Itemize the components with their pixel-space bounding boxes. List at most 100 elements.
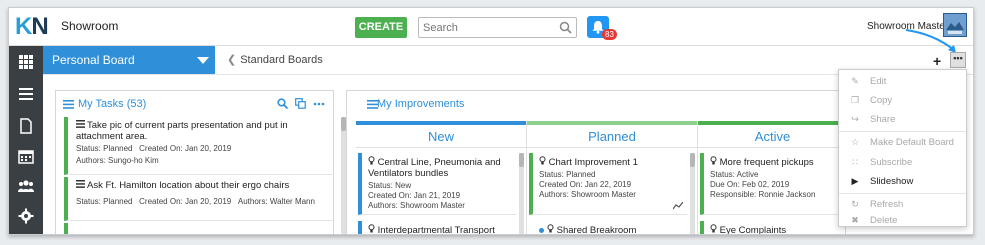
- task-created: Created On: Jan 20, 2019: [139, 144, 232, 153]
- status-dot: [539, 228, 544, 233]
- gear-icon[interactable]: [18, 208, 34, 224]
- standard-boards-link[interactable]: ❮ Standard Boards: [227, 53, 323, 66]
- task-authors: Authors: Walter Mann: [237, 197, 315, 206]
- app-name: Showroom: [61, 19, 119, 33]
- play-icon: ▶: [851, 176, 859, 186]
- card-created: Created On: Jan 22, 2019: [539, 180, 632, 189]
- column-header: Planned: [527, 121, 697, 148]
- lightbulb-icon: [368, 224, 375, 233]
- column-active: Active More frequent pickups Status: Act…: [698, 121, 847, 234]
- copy-icon[interactable]: [295, 98, 306, 109]
- improvement-card[interactable]: More frequent pickups Status: Active Due…: [700, 153, 845, 215]
- notification-count-badge: 83: [602, 29, 617, 40]
- top-bar: KN Showroom CREATE 83 Showroom Master: [9, 8, 973, 46]
- my-improvements-panel: My Improvements New Central Line, Pneumo…: [346, 90, 847, 234]
- card-status: Status: New: [368, 181, 412, 190]
- card-title: More frequent pickups: [710, 156, 845, 168]
- menu-item-slideshow[interactable]: ▶ Slideshow: [839, 172, 966, 191]
- people-icon[interactable]: [18, 178, 34, 194]
- card-created: Created On: Jan 21, 2019: [368, 191, 461, 200]
- task-meta: Status: Planned Created On: Jan 20, 2019…: [76, 197, 332, 207]
- more-options-button[interactable]: •••: [950, 52, 966, 68]
- my-tasks-panel: My Tasks (53) Take pic of current parts …: [55, 90, 346, 234]
- task-card[interactable]: [64, 223, 332, 234]
- scrollbar[interactable]: [519, 153, 524, 234]
- menu-item-share[interactable]: ↪ Share: [839, 110, 966, 129]
- create-button[interactable]: CREATE: [355, 17, 407, 38]
- card-title: Central Line, Pneumonia and Ventilators …: [368, 156, 501, 179]
- menu-item-make-default-board[interactable]: ☆ Make Default Board: [839, 133, 966, 152]
- task-authors: Authors: Sungo-ho Kim: [76, 156, 159, 165]
- panel-tools: [273, 98, 325, 112]
- rss-icon: ∷: [852, 157, 858, 167]
- board-name: Personal Board: [52, 53, 135, 67]
- task-meta: Status: Planned Created On: Jan 20, 2019: [76, 144, 332, 154]
- menu-item-edit[interactable]: ✎ Edit: [839, 72, 966, 91]
- menu-item-copy[interactable]: ❐ Copy: [839, 91, 966, 110]
- lightbulb-icon: [547, 224, 554, 233]
- add-button[interactable]: +: [933, 53, 941, 69]
- scrollbar-thumb[interactable]: [519, 153, 524, 167]
- task-status: Status: Planned: [76, 197, 133, 206]
- chevron-left-icon: ❮: [227, 54, 237, 66]
- divider: [43, 74, 973, 75]
- list-icon: [76, 180, 85, 188]
- menu-divider: [839, 131, 966, 132]
- card-due: Due On: Feb 02, 2019: [710, 180, 790, 189]
- improvement-card[interactable]: Shared Breakroom: [529, 221, 687, 234]
- card-authors: Authors: Showroom Master: [368, 201, 465, 210]
- left-sidebar: [9, 46, 43, 234]
- card-status: Status: Planned: [539, 170, 596, 179]
- lightbulb-icon: [710, 156, 717, 165]
- calendar-icon[interactable]: [18, 148, 34, 164]
- search-icon[interactable]: [559, 21, 572, 34]
- copy-icon: ❐: [850, 95, 860, 105]
- my-tasks-title: My Tasks (53): [78, 98, 147, 110]
- card-title: Interdepartmental Transport: [368, 224, 516, 234]
- menu-item-subscribe[interactable]: ∷ Subscribe: [839, 153, 966, 172]
- task-card[interactable]: Ask Ft. Hamilton location about their er…: [64, 177, 332, 221]
- apps-grid-icon[interactable]: [18, 54, 34, 70]
- lightbulb-icon: [539, 156, 546, 165]
- lightbulb-icon: [710, 224, 717, 233]
- column-header: New: [356, 121, 526, 148]
- improvement-card[interactable]: Central Line, Pneumonia and Ventilators …: [358, 153, 516, 215]
- card-authors: Authors: Showroom Master: [539, 190, 636, 199]
- menu-item-delete[interactable]: ✖ Delete: [839, 214, 966, 227]
- card-title: Chart Improvement 1: [539, 156, 687, 168]
- menu-lines-icon[interactable]: [18, 86, 34, 102]
- app-logo[interactable]: KN: [15, 13, 49, 41]
- task-status: Status: Planned: [76, 144, 133, 153]
- close-icon: ✖: [851, 215, 859, 225]
- card-title: Shared Breakroom: [539, 224, 687, 234]
- improvement-card[interactable]: Eye Complaints: [700, 221, 845, 234]
- improvement-card[interactable]: Interdepartmental Transport: [358, 221, 516, 234]
- task-title: Ask Ft. Hamilton location about their er…: [76, 180, 332, 191]
- search-icon[interactable]: [277, 98, 289, 110]
- star-icon: ☆: [850, 137, 860, 147]
- improvement-card[interactable]: Chart Improvement 1 Status: Planned Crea…: [529, 153, 687, 215]
- search-input[interactable]: [419, 18, 554, 37]
- menu-item-refresh[interactable]: ↻ Refresh: [839, 195, 966, 214]
- standard-boards-label: Standard Boards: [240, 54, 323, 66]
- menu-divider: [839, 193, 966, 194]
- task-card[interactable]: Take pic of current parts presentation a…: [64, 117, 332, 175]
- ellipsis-icon[interactable]: [313, 98, 325, 109]
- pencil-icon: ✎: [851, 76, 859, 86]
- card-status: Status: Active: [710, 170, 759, 179]
- document-icon[interactable]: [18, 118, 34, 134]
- scrollbar-thumb[interactable]: [690, 153, 695, 167]
- search-box[interactable]: [418, 17, 577, 38]
- task-title: Take pic of current parts presentation a…: [76, 120, 288, 142]
- column-header: Active: [698, 121, 847, 148]
- lightbulb-icon: [368, 156, 375, 165]
- share-icon: ↪: [851, 114, 859, 124]
- board-selector[interactable]: Personal Board: [43, 46, 215, 74]
- column-planned: Planned Chart Improvement 1 Status: Plan…: [527, 121, 698, 234]
- scrollbar[interactable]: [690, 153, 695, 234]
- board-options-menu: ✎ Edit ❐ Copy ↪ Share ☆ Make Default Board ∷…: [838, 69, 967, 227]
- card-responsible: Responsible: Ronnie Jackson: [710, 190, 816, 199]
- card-title: Eye Complaints: [710, 224, 845, 234]
- chart-icon[interactable]: [673, 202, 683, 210]
- task-created: Created On: Jan 20, 2019: [139, 197, 232, 206]
